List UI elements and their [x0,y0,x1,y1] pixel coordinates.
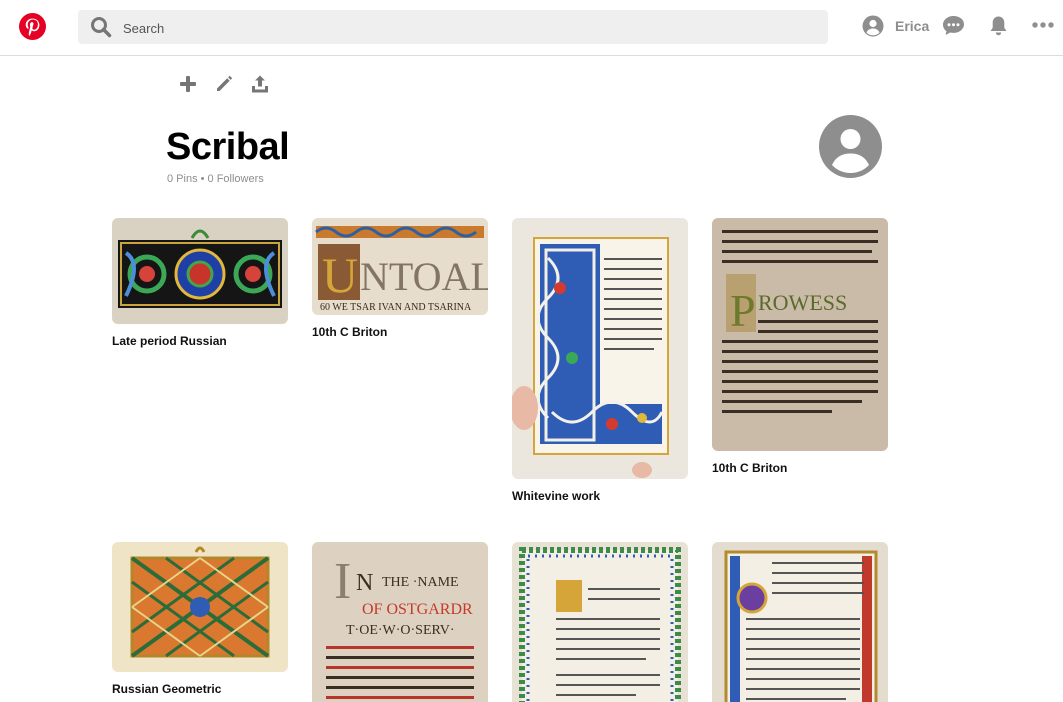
pinterest-logo-icon[interactable] [19,13,46,40]
pin-image-briton-uncial[interactable]: U NTOAL 60 WE TSAR IVAN AND TSARINA [312,218,488,315]
share-upload-icon[interactable] [250,74,272,96]
username-label: Erica [895,18,930,34]
pin-card[interactable]: P ROWESS 10th C Briton [712,218,888,475]
board-owner-avatar-icon[interactable] [819,115,882,178]
pin-image-floral-border-scroll[interactable] [512,542,688,702]
pin-caption[interactable]: Russian Geometric [112,682,288,696]
svg-text:I: I [334,553,351,610]
svg-text:ROWESS: ROWESS [758,290,847,315]
pin-image-prowess-scroll[interactable]: P ROWESS [712,218,888,451]
svg-text:N: N [356,570,373,596]
pin-card[interactable]: U NTOAL 60 WE TSAR IVAN AND TSARINA 10th… [312,218,488,339]
messages-icon[interactable] [942,15,965,41]
svg-text:P: P [730,285,756,336]
search-bar[interactable]: Search [78,10,828,44]
pin-caption[interactable]: Late period Russian [112,334,288,348]
pin-card[interactable]: Russian Geometric [112,542,288,696]
pin-caption[interactable]: 10th C Briton [312,325,488,339]
pin-image-gilded-border-scroll[interactable] [712,542,888,702]
pin-card[interactable]: Whitevine work [512,218,688,503]
search-icon [90,16,112,43]
pin-card[interactable] [512,542,688,702]
pin-caption[interactable]: 10th C Briton [712,461,888,475]
pin-image-russian-geometric[interactable] [112,542,288,672]
edit-board-pencil-icon[interactable] [214,74,236,96]
pin-image-ostgardr-scroll[interactable]: I N THE ·NAME OF OSTGARDR T·OE·W·O·SERV· [312,542,488,702]
search-input-placeholder[interactable]: Search [123,21,164,36]
board-stats: 0 Pins • 0 Followers [167,173,264,185]
notifications-bell-icon[interactable] [989,15,1008,42]
pin-image-russian-illumination[interactable] [112,218,288,324]
pin-card[interactable]: Late period Russian [112,218,288,348]
board-title: Scribal [166,126,290,168]
pin-card[interactable] [712,542,888,702]
more-options-icon[interactable] [1032,18,1054,37]
user-avatar-icon [862,15,884,42]
pin-caption[interactable]: Whitevine work [512,489,688,503]
add-pin-plus-icon[interactable] [178,74,200,96]
svg-text:OF OSTGARDR: OF OSTGARDR [362,601,473,618]
pin-card[interactable]: I N THE ·NAME OF OSTGARDR T·OE·W·O·SERV· [312,542,488,702]
svg-text:THE ·NAME: THE ·NAME [382,575,459,590]
top-nav-bar: Search Erica [0,0,1063,56]
svg-text:U: U [322,247,358,303]
svg-text:T·OE·W·O·SERV·: T·OE·W·O·SERV· [346,623,455,638]
svg-text:60 WE TSAR IVAN AND TSARINA: 60 WE TSAR IVAN AND TSARINA [320,302,472,313]
svg-text:NTOAL: NTOAL [360,254,488,299]
pin-image-whitevine[interactable] [512,218,688,479]
